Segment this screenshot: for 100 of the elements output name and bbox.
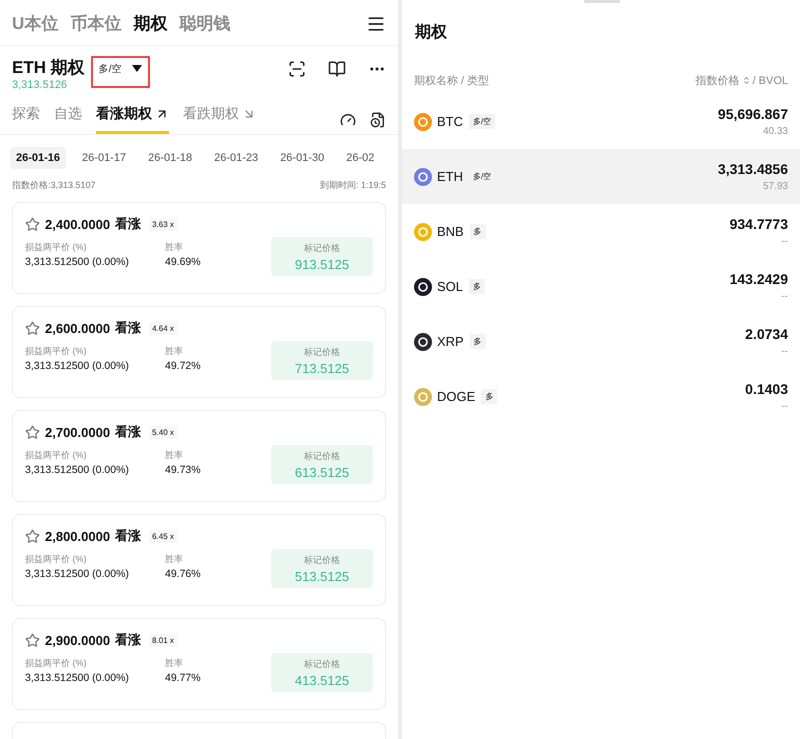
mark-price-label: 标记价格 bbox=[304, 346, 340, 359]
index-price: 指数价格:3,313.5107 bbox=[12, 179, 96, 192]
coin-row[interactable]: ETH 多/空 3,313.4856 57.93 bbox=[402, 149, 800, 204]
caret-icon bbox=[132, 65, 142, 73]
star-icon[interactable] bbox=[25, 528, 40, 544]
win-rate-label: 胜率 bbox=[165, 345, 184, 358]
coin-symbol: BTC bbox=[437, 114, 463, 129]
index-price-value: 143.2429 bbox=[730, 271, 788, 287]
option-tab[interactable]: 看涨期权 bbox=[96, 105, 169, 134]
page-title: ETH 期权 bbox=[12, 57, 85, 79]
direction-text: 看涨 bbox=[115, 527, 142, 545]
scan-icon[interactable] bbox=[288, 60, 306, 78]
win-rate-value: 49.72% bbox=[165, 360, 202, 372]
breakeven-label: 损益两平价 (%) bbox=[25, 345, 88, 358]
star-icon[interactable] bbox=[25, 320, 40, 336]
mark-price-value: 413.5125 bbox=[294, 673, 350, 688]
index-price-value: 0.1403 bbox=[745, 381, 788, 397]
type-tag: 多/空 bbox=[469, 114, 496, 129]
breakeven-label: 损益两平价 (%) bbox=[25, 553, 88, 566]
type-tag: 多 bbox=[470, 224, 486, 239]
win-rate-value: 49.77% bbox=[165, 672, 202, 684]
mark-price-value: 613.5125 bbox=[294, 465, 350, 480]
leverage-text: 6.45 x bbox=[149, 530, 177, 542]
leverage-text: 8.01 x bbox=[149, 634, 177, 646]
win-rate-value: 49.76% bbox=[165, 568, 202, 580]
bvol-value: -- bbox=[781, 291, 788, 302]
bvol-value: -- bbox=[781, 236, 788, 247]
mark-price-value: 513.5125 bbox=[294, 569, 350, 584]
mark-price-value: 713.5125 bbox=[294, 361, 350, 376]
option-tab[interactable]: 看跌期权 bbox=[183, 105, 256, 134]
star-icon[interactable] bbox=[25, 216, 40, 232]
index-price-value: 2.0734 bbox=[745, 326, 788, 342]
date-chip[interactable]: 26-01-30 bbox=[274, 147, 330, 169]
index-price-value: 934.7773 bbox=[730, 216, 788, 232]
coin-symbol: XRP bbox=[437, 334, 464, 349]
date-chip[interactable]: 26-01-23 bbox=[208, 147, 264, 169]
gauge-icon[interactable] bbox=[340, 112, 356, 128]
leverage-text: 5.40 x bbox=[149, 426, 177, 438]
option-card[interactable]: 2,900.0000 看涨 8.01 x 损益两平价 (%) 3,313.512500 (0.00%) 胜率 49.77% 标记价格 413.5125 bbox=[12, 618, 386, 710]
direction-text: 看涨 bbox=[115, 631, 142, 649]
index-price-value: 95,696.867 bbox=[718, 106, 788, 122]
mode-dropdown[interactable]: 多/空 bbox=[90, 56, 150, 88]
option-tab[interactable]: 探索 bbox=[12, 105, 40, 134]
direction-text: 看涨 bbox=[115, 319, 142, 337]
bvol-value: -- bbox=[781, 346, 788, 357]
mark-price-value: 913.5125 bbox=[294, 257, 350, 272]
direction-text: 看涨 bbox=[115, 215, 142, 233]
price-text: 3,313.5126 bbox=[12, 79, 68, 91]
breakeven-label: 损益两平价 (%) bbox=[25, 449, 88, 462]
price-column-header[interactable]: 指数价格 bbox=[696, 73, 740, 88]
breakeven-value: 3,313.512500 (0.00%) bbox=[25, 464, 130, 476]
type-tag: 多 bbox=[470, 334, 486, 349]
breakeven-label: 损益两平价 (%) bbox=[25, 241, 88, 254]
mark-price-label: 标记价格 bbox=[304, 450, 340, 463]
type-tag: 多 bbox=[481, 389, 498, 404]
breakeven-label: 损益两平价 (%) bbox=[25, 657, 88, 670]
sort-icon[interactable] bbox=[742, 76, 751, 85]
option-tab[interactable]: 自选 bbox=[54, 105, 82, 134]
win-rate-label: 胜率 bbox=[165, 241, 184, 254]
breakeven-value: 3,313.512500 (0.00%) bbox=[25, 360, 130, 372]
mark-price-label: 标记价格 bbox=[304, 658, 340, 671]
option-card[interactable]: 2,800.0000 看涨 6.45 x 损益两平价 (%) 3,313.512500 (0.00%) 胜率 49.76% 标记价格 513.5125 bbox=[12, 514, 386, 606]
leverage-text: 4.64 x bbox=[149, 322, 177, 334]
coin-symbol: DOGE bbox=[437, 389, 476, 404]
win-rate-value: 49.73% bbox=[165, 464, 202, 476]
strike-price: 2,400.0000 bbox=[45, 216, 110, 232]
bvol-value: 40.33 bbox=[762, 126, 788, 137]
market-tab[interactable]: 期权 bbox=[133, 12, 168, 35]
sheet-title: 期权 bbox=[415, 22, 447, 43]
date-chip[interactable]: 26-01-17 bbox=[76, 147, 132, 169]
file-clock-icon[interactable] bbox=[370, 112, 386, 128]
book-icon[interactable] bbox=[328, 60, 346, 78]
coin-symbol: BNB bbox=[437, 224, 464, 239]
expiry-time: 到期时间: 1:19:5 bbox=[320, 179, 386, 192]
strike-price: 2,700.0000 bbox=[45, 424, 110, 440]
strike-price: 2,600.0000 bbox=[45, 320, 110, 336]
date-chip[interactable]: 26-01-18 bbox=[142, 147, 198, 169]
name-column-header: 期权名称 / 类型 bbox=[414, 74, 490, 88]
win-rate-value: 49.69% bbox=[165, 256, 202, 268]
option-card[interactable]: 2,700.0000 看涨 5.40 x 损益两平价 (%) 3,313.512500 (0.00%) 胜率 49.73% 标记价格 613.5125 bbox=[12, 410, 386, 502]
sheet-handle[interactable] bbox=[584, 0, 620, 3]
star-icon[interactable] bbox=[25, 424, 40, 440]
coin-symbol: ETH bbox=[437, 169, 463, 184]
direction-text: 看涨 bbox=[115, 423, 142, 441]
breakeven-value: 3,313.512500 (0.00%) bbox=[25, 568, 130, 580]
date-chip[interactable]: 26-01-16 bbox=[10, 147, 66, 169]
mark-price-label: 标记价格 bbox=[304, 242, 340, 255]
bvol-value: -- bbox=[781, 401, 788, 412]
type-tag: 多 bbox=[469, 279, 486, 294]
strike-price: 2,800.0000 bbox=[45, 528, 110, 544]
option-card[interactable]: 2,600.0000 看涨 4.64 x 损益两平价 (%) 3,313.512500 (0.00%) 胜率 49.72% 标记价格 713.5125 bbox=[12, 306, 386, 398]
mark-price-label: 标记价格 bbox=[304, 554, 340, 567]
index-price-value: 3,313.4856 bbox=[718, 161, 788, 177]
leverage-text: 3.63 x bbox=[149, 218, 177, 230]
option-card[interactable]: 2,400.0000 看涨 3.63 x 损益两平价 (%) 3,313.512500 (0.00%) 胜率 49.69% 标记价格 913.5125 bbox=[12, 202, 386, 294]
win-rate-label: 胜率 bbox=[165, 553, 184, 566]
bvol-value: 57.93 bbox=[762, 181, 788, 192]
bvol-column-header: / BVOL bbox=[752, 74, 788, 86]
date-chip[interactable]: 26-02 bbox=[340, 147, 380, 169]
star-icon[interactable] bbox=[25, 632, 40, 648]
